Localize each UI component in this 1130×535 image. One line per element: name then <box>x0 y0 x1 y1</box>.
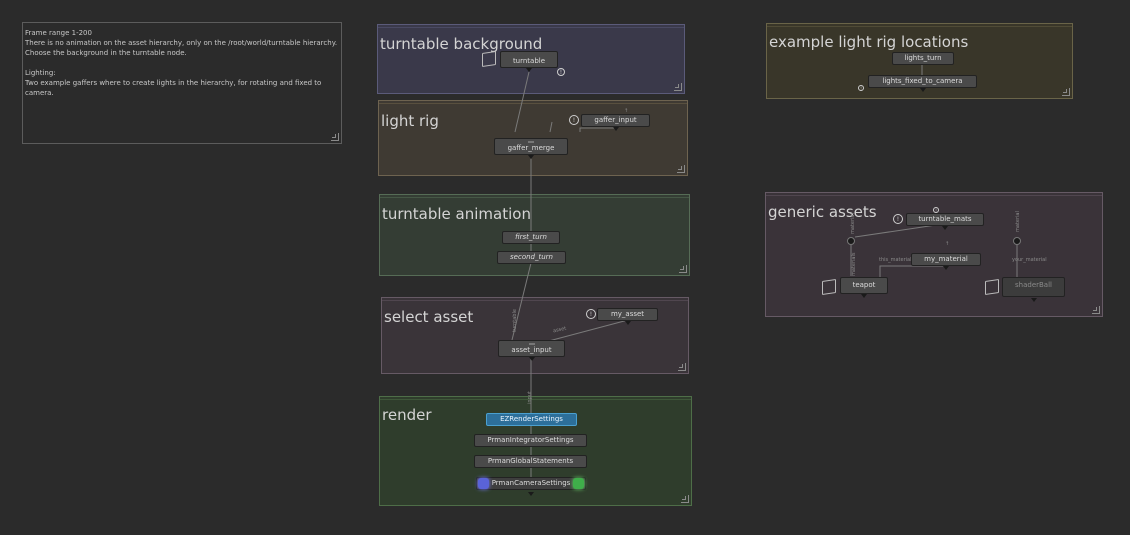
node-label: lights_turn <box>904 54 942 62</box>
node-shaderball[interactable]: shaderBall <box>1002 277 1065 302</box>
node-turntable-mats[interactable]: turntable_mats <box>906 213 984 230</box>
output-port[interactable] <box>624 321 631 325</box>
resize-handle[interactable] <box>1062 88 1070 96</box>
node-second-turn[interactable]: second_turn <box>497 251 566 264</box>
output-port[interactable] <box>612 127 619 131</box>
node-label: PrmanIntegratorSettings <box>487 436 574 444</box>
node-label: shaderBall <box>1015 281 1052 289</box>
node-label: gaffer_merge <box>507 144 555 152</box>
input-port[interactable] <box>528 141 534 143</box>
resize-handle[interactable] <box>678 363 686 371</box>
output-port[interactable] <box>528 357 535 361</box>
node-label: PrmanGlobalStatements <box>487 457 574 465</box>
node-label: PrmanCameraSettings <box>491 479 571 487</box>
note-line-2: There is no animation on the asset hiera… <box>25 39 338 47</box>
dot-node-shaderball[interactable] <box>1013 237 1021 245</box>
flag-icon: ! <box>569 115 579 125</box>
node-prman-camera-settings[interactable]: PrmanCameraSettings <box>476 477 586 490</box>
output-port[interactable] <box>943 266 949 270</box>
node-first-turn[interactable]: first_turn <box>502 231 560 244</box>
resize-handle[interactable] <box>681 495 689 503</box>
node-gaffer-input[interactable]: gaffer_input <box>581 114 650 131</box>
flag-icon: ! <box>586 309 596 319</box>
wire-label-your-material: your_material <box>1012 257 1047 263</box>
node-label: lights_fixed_to_camera <box>882 77 963 85</box>
node-lights-turn[interactable]: lights_turn <box>892 52 954 65</box>
camera-left-toggle[interactable] <box>478 478 489 489</box>
note-line-3: Choose the background in the turntable n… <box>25 49 187 57</box>
backdrop-title: light rig <box>381 112 439 130</box>
node-teapot[interactable]: teapot <box>840 277 888 298</box>
node-label: gaffer_input <box>594 116 637 124</box>
node-prman-global-statements[interactable]: PrmanGlobalStatements <box>474 455 587 468</box>
camera-right-toggle[interactable] <box>573 478 584 489</box>
note-lighting-line-2: camera. <box>25 89 54 97</box>
node-asset-input[interactable]: asset_input <box>498 340 565 361</box>
node-turntable[interactable]: turntable <box>500 51 558 72</box>
wire-label-turntable: turntable <box>512 309 518 332</box>
node-my-asset[interactable]: my_asset <box>597 308 658 325</box>
resize-handle[interactable] <box>677 165 685 173</box>
output-port[interactable] <box>528 155 534 159</box>
book-icon <box>482 51 496 67</box>
resize-handle[interactable] <box>331 133 339 141</box>
backdrop-title: example light rig locations <box>769 33 969 51</box>
backdrop-title: turntable animation <box>382 205 531 223</box>
book-icon <box>985 279 999 295</box>
backdrop-title: render <box>382 406 432 424</box>
wire-label-materials: materials <box>851 252 857 276</box>
node-label: asset_input <box>511 346 552 354</box>
node-label: second_turn <box>510 253 553 261</box>
output-port[interactable] <box>528 492 534 496</box>
output-port[interactable] <box>861 294 867 298</box>
resize-handle[interactable] <box>674 83 682 91</box>
book-icon <box>822 279 836 295</box>
node-prman-integrator-settings[interactable]: PrmanIntegratorSettings <box>474 434 587 447</box>
port-label: ↑ <box>945 241 950 247</box>
node-label: turntable_mats <box>918 215 972 223</box>
wire-label-this-material: this_material <box>879 257 912 263</box>
output-port[interactable] <box>942 226 948 230</box>
node-label: turntable <box>512 57 546 65</box>
wire-label-input: input <box>527 391 533 404</box>
node-label: teapot <box>852 281 876 289</box>
resize-handle[interactable] <box>679 265 687 273</box>
node-my-material[interactable]: my_material <box>911 253 981 270</box>
input-port[interactable] <box>528 343 535 345</box>
sticky-note[interactable]: Frame range 1-200 There is no animation … <box>22 22 342 144</box>
note-lighting-line-1: Two example gaffers where to create ligh… <box>25 79 322 87</box>
node-ezrender-settings[interactable]: EZRenderSettings <box>486 413 577 426</box>
flag-icon: ! <box>858 85 864 91</box>
wire-label-material: material <box>850 213 856 234</box>
resize-handle[interactable] <box>1092 306 1100 314</box>
node-label: EZRenderSettings <box>500 415 563 423</box>
output-port[interactable] <box>526 68 532 72</box>
node-gaffer-merge[interactable]: gaffer_merge <box>494 138 568 159</box>
wire-label-material: material <box>1015 211 1021 232</box>
output-port[interactable] <box>1030 298 1037 302</box>
node-label: my_material <box>924 255 968 263</box>
node-lights-fixed-to-camera[interactable]: lights_fixed_to_camera <box>868 75 977 92</box>
node-label: my_asset <box>610 310 645 318</box>
note-lighting-title: Lighting: <box>25 69 56 77</box>
node-label: first_turn <box>515 233 547 241</box>
backdrop-title: select asset <box>384 308 474 326</box>
output-port[interactable] <box>919 88 926 92</box>
backdrop-title: generic assets <box>768 203 877 221</box>
flag-icon: ! <box>893 214 903 224</box>
flag-icon: ! <box>557 68 565 76</box>
dot-node-teapot[interactable] <box>847 237 855 245</box>
note-line-1: Frame range 1-200 <box>25 29 92 37</box>
